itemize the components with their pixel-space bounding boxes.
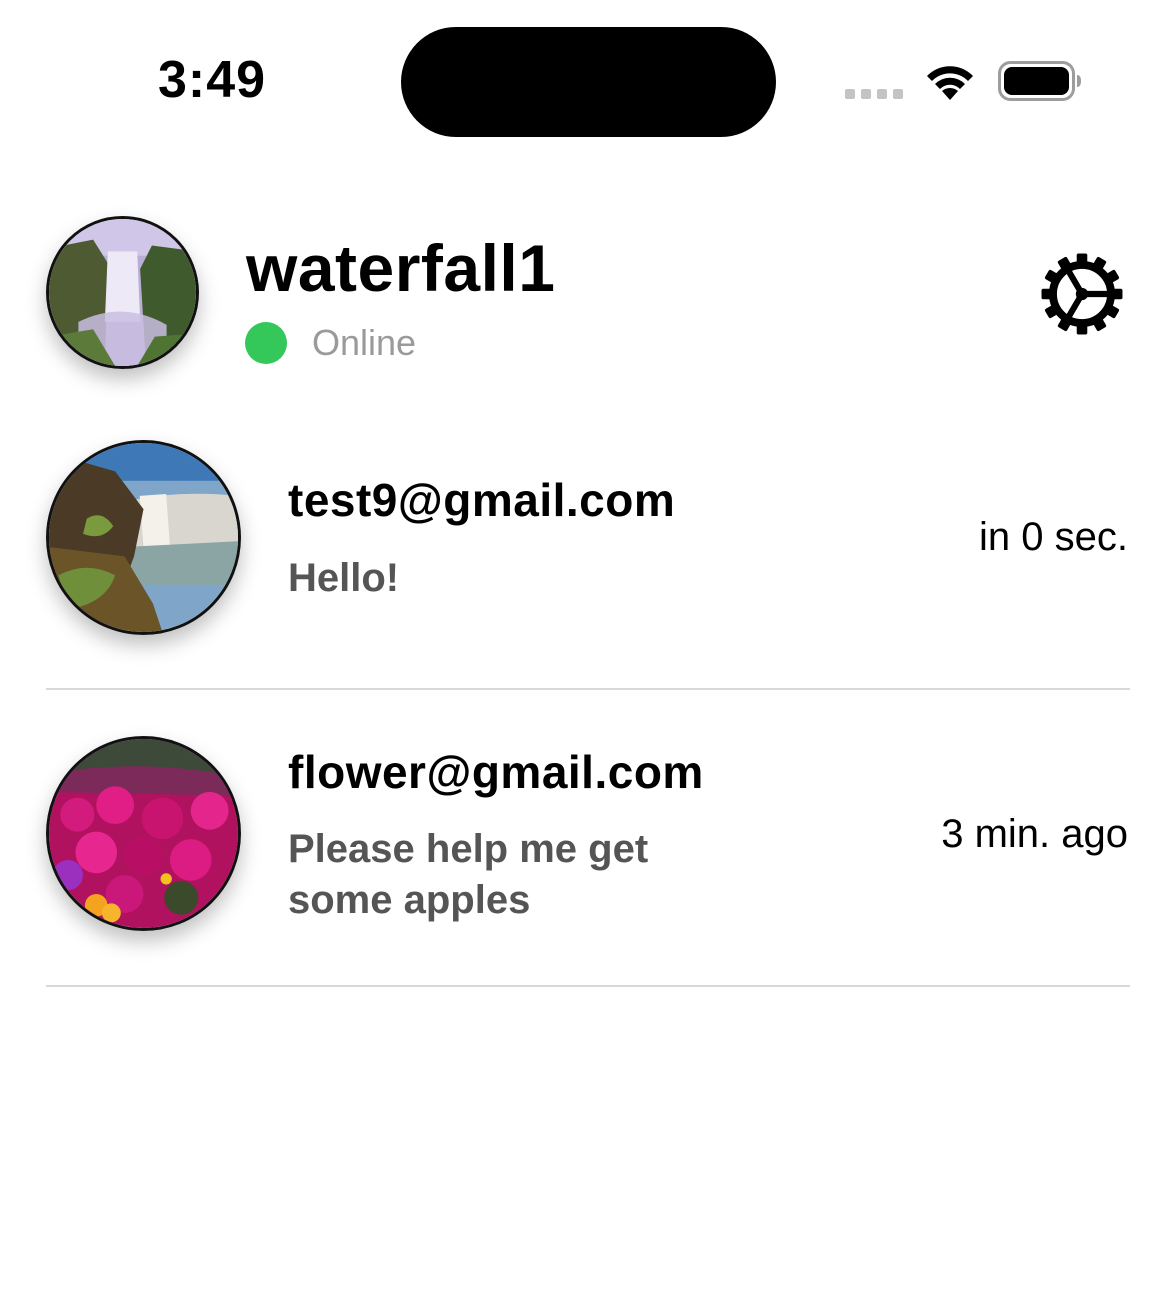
dynamic-island xyxy=(401,27,776,137)
list-divider xyxy=(46,688,1130,690)
conversation-last-message: Hello! xyxy=(288,556,400,600)
gear-icon[interactable] xyxy=(1038,250,1126,338)
wifi-icon xyxy=(927,66,973,100)
list-divider xyxy=(46,985,1130,987)
conversation-avatar xyxy=(46,736,241,931)
conversation-title: test9@gmail.com xyxy=(288,474,676,526)
battery-icon xyxy=(998,61,1081,101)
conversation-avatar xyxy=(46,440,241,635)
online-status-dot xyxy=(245,322,287,364)
conversation-title: flower@gmail.com xyxy=(288,746,704,798)
status-bar-time: 3:49 xyxy=(158,51,267,109)
conversation-last-message: Please help me get some apples xyxy=(288,827,649,922)
conversation-time: in 0 sec. xyxy=(979,515,1128,559)
profile-avatar[interactable] xyxy=(46,216,199,369)
signal-dots-icon xyxy=(845,89,903,99)
online-status-label: Online xyxy=(312,322,417,363)
conversation-time: 3 min. ago xyxy=(941,812,1128,856)
profile-name: waterfall1 xyxy=(246,231,556,305)
